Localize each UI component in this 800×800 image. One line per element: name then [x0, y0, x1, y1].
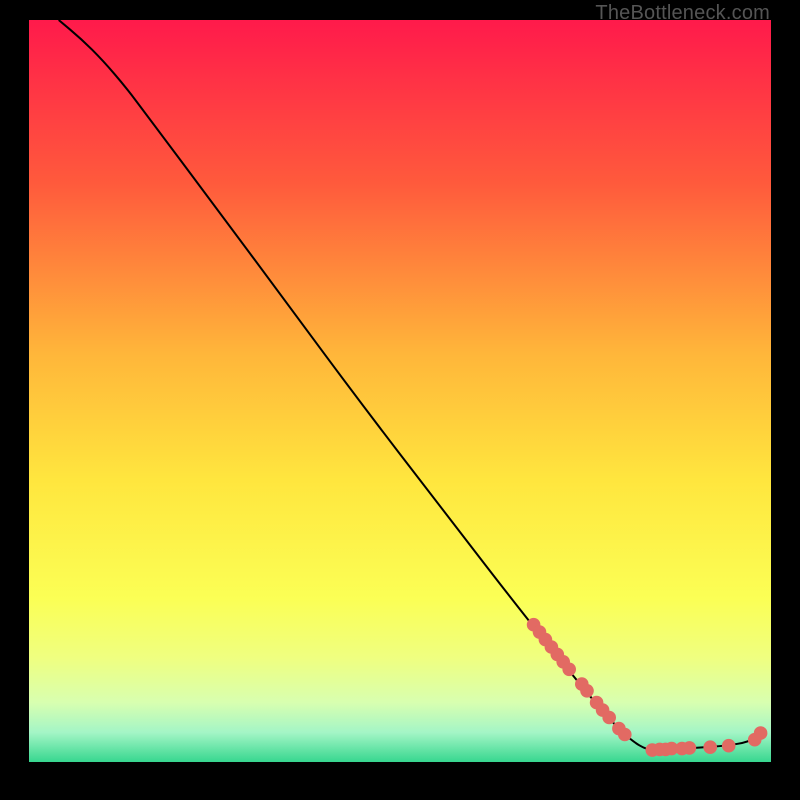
gradient-background — [29, 20, 771, 762]
data-marker — [602, 711, 616, 725]
chart-frame — [29, 20, 771, 762]
data-marker — [683, 741, 697, 755]
bottleneck-chart — [29, 20, 771, 762]
data-marker — [703, 740, 717, 754]
data-marker — [754, 726, 768, 740]
data-marker — [562, 663, 576, 677]
data-marker — [722, 739, 736, 753]
data-marker — [618, 728, 632, 742]
data-marker — [580, 684, 594, 698]
